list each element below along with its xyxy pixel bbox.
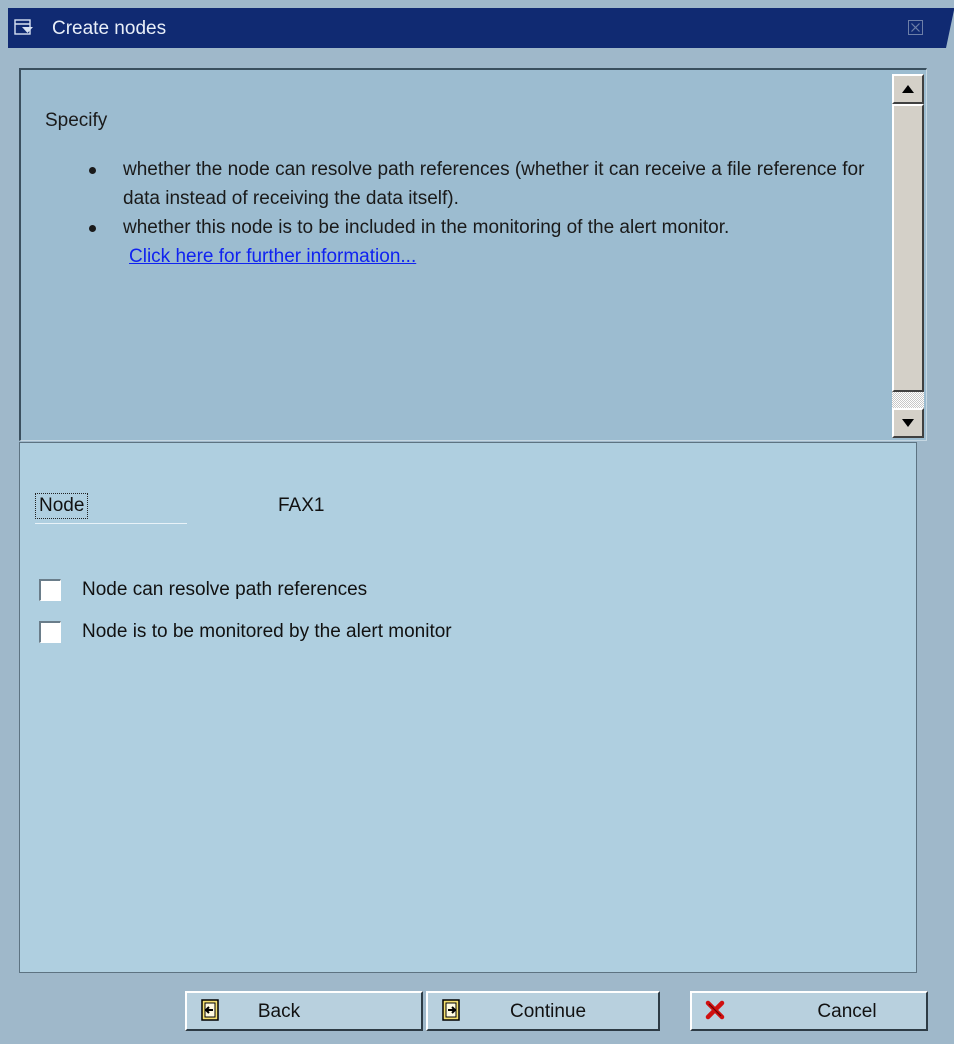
back-button[interactable]: Back [185,991,423,1031]
scroll-up-button[interactable] [892,74,924,104]
create-nodes-dialog: Create nodes Specify whether the node ca… [0,0,954,1044]
scroll-thumb[interactable] [892,104,924,392]
info-text-panel: Specify whether the node can resolve pat… [19,68,927,441]
alert-monitor-checkbox[interactable] [39,621,61,643]
arrow-down-icon [902,419,914,427]
node-field-value: FAX1 [278,495,325,516]
info-scrollbar[interactable] [892,74,924,438]
arrow-up-icon [902,85,914,93]
back-button-label: Back [257,1001,301,1022]
continue-icon [442,999,460,1021]
info-bullet-list: whether the node can resolve path refere… [45,155,885,242]
info-bullet: whether this node is to be included in t… [89,213,885,242]
title-bar[interactable]: Create nodes [8,8,954,48]
window-menu-icon[interactable] [14,19,34,36]
scroll-down-button[interactable] [892,408,924,438]
info-intro: Specify [45,110,108,131]
alert-monitor-label[interactable]: Node is to be monitored by the alert mon… [82,621,452,643]
continue-button-label: Continue [509,1001,587,1022]
info-bullet: whether the node can resolve path refere… [89,155,885,213]
cancel-button[interactable]: Cancel [690,991,928,1031]
cancel-x-icon [705,1000,725,1020]
info-content: Specify whether the node can resolve pat… [45,106,885,271]
node-field-label: Node [35,493,89,519]
resolve-path-references-label[interactable]: Node can resolve path references [82,579,367,601]
node-field-underline [35,523,187,524]
resolve-path-references-checkbox[interactable] [39,579,61,601]
continue-button[interactable]: Continue [426,991,660,1031]
close-icon[interactable] [908,20,923,35]
cancel-button-label: Cancel [817,1001,877,1022]
further-information-link[interactable]: Click here for further information... [129,242,416,271]
window-title: Create nodes [52,18,167,39]
node-form-panel: Node FAX1 Node can resolve path referenc… [19,442,917,973]
